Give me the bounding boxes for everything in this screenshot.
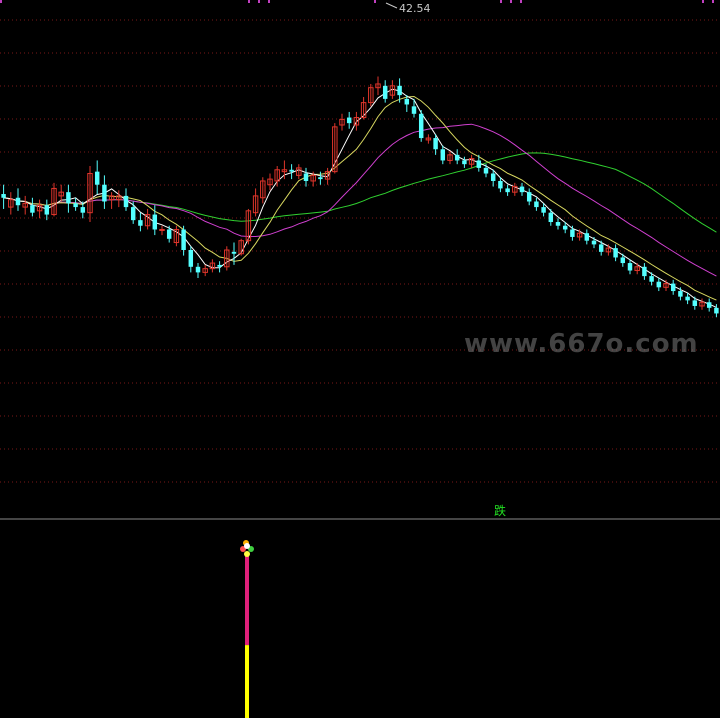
candle-down: [613, 248, 618, 258]
top-tick: [0, 0, 2, 3]
candle-down: [102, 184, 107, 202]
candle-down: [231, 251, 237, 254]
price-grid: [0, 19, 720, 483]
indicator-bar-upper: [245, 556, 249, 646]
candle-down: [620, 257, 626, 264]
candle-down: [498, 180, 503, 189]
top-tick: [258, 0, 260, 3]
candle-down: [1, 194, 6, 198]
candle-down: [195, 266, 201, 273]
candle-down: [627, 263, 633, 271]
candle-down: [44, 205, 50, 215]
candle-down: [318, 177, 323, 180]
candle-down: [346, 117, 352, 124]
candle-down: [656, 281, 662, 288]
signal-label: 跌: [494, 503, 506, 518]
indicator-panel: [240, 540, 254, 718]
indicator-bar-lower: [245, 645, 249, 718]
candle-down: [94, 171, 100, 185]
candle-down: [166, 229, 172, 239]
candle-down: [289, 169, 294, 172]
candle-down: [714, 307, 719, 314]
candle-down: [397, 85, 402, 96]
candle-down: [66, 192, 71, 204]
candle-down: [188, 250, 194, 267]
candle-down: [80, 207, 86, 213]
stock-chart: www.667o.com 42.54 跌: [0, 0, 720, 718]
candle-down: [123, 195, 129, 208]
candle-down: [138, 220, 143, 226]
candles: [1, 76, 719, 318]
candle-down: [440, 149, 446, 161]
candle-down: [30, 205, 35, 213]
candle-down: [404, 98, 410, 105]
candle-down: [181, 229, 186, 250]
candle-down: [685, 296, 690, 301]
top-ticks: [0, 0, 714, 3]
candle-down: [505, 188, 510, 193]
peak-label: 42.54: [399, 2, 431, 15]
candle-down: [130, 207, 136, 221]
peak-pointer: [385, 2, 398, 9]
candle-down: [541, 207, 546, 213]
candle-down: [670, 283, 676, 292]
candle-down: [570, 229, 575, 237]
candle-down: [483, 167, 489, 174]
top-tick: [712, 0, 714, 3]
candle-down: [534, 201, 539, 208]
watermark: www.667o.com: [464, 329, 699, 359]
candle-up: [159, 228, 165, 231]
top-tick: [248, 0, 250, 3]
candle-down: [562, 225, 568, 230]
candle-down: [476, 160, 482, 168]
candle-down: [73, 203, 78, 208]
top-tick: [520, 0, 522, 3]
candle-down: [584, 233, 590, 241]
indicator-dots: [240, 540, 254, 557]
candle-down: [411, 106, 417, 114]
candle-down: [642, 266, 647, 277]
candle-down: [303, 173, 309, 181]
top-tick: [500, 0, 502, 3]
top-tick: [510, 0, 512, 3]
top-tick: [702, 0, 704, 3]
candle-down: [382, 85, 388, 99]
candle-down: [706, 302, 712, 308]
candle-down: [462, 160, 467, 165]
candle-down: [433, 138, 438, 150]
candle-down: [526, 192, 532, 202]
ma60-line: [3, 152, 717, 233]
candle-down: [548, 212, 554, 223]
candle-down: [490, 173, 496, 181]
candle-down: [217, 264, 222, 267]
candle-down: [555, 222, 561, 226]
candle-down: [15, 197, 21, 206]
candle-down: [692, 300, 698, 306]
candle-down: [678, 291, 683, 297]
top-tick: [268, 0, 270, 3]
candle-down: [152, 214, 158, 230]
ma5-line: [3, 88, 717, 308]
ma10-line: [3, 95, 717, 301]
candle-down: [591, 240, 597, 245]
candle-down: [598, 244, 604, 252]
candle-down: [649, 276, 654, 282]
indicator-dot: [244, 543, 250, 549]
top-tick: [374, 0, 376, 3]
indicator-dot: [244, 551, 250, 557]
candle-down: [418, 113, 424, 139]
ma30-line: [3, 123, 717, 277]
candle-down: [519, 186, 525, 193]
candle-down: [454, 154, 460, 161]
